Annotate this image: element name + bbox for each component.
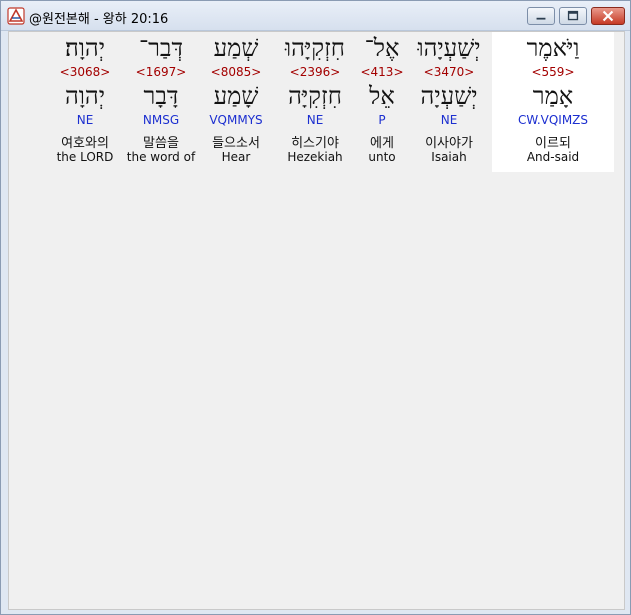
strong-number[interactable]: <3470>: [406, 65, 492, 79]
maximize-icon: [567, 10, 579, 21]
hebrew-lemma: חִזְקִיָּה: [288, 82, 342, 110]
hebrew-text: שְׁמַע: [213, 34, 259, 62]
strong-number[interactable]: <2396>: [272, 65, 358, 79]
english-gloss: unto: [368, 150, 396, 164]
english-gloss: Hear: [221, 150, 251, 164]
english-gloss: And-said: [526, 150, 580, 164]
parsing-code: NE: [76, 113, 94, 127]
korean-gloss: 히스기야: [291, 136, 339, 151]
window-title: @원전본해 - 왕하 20:16: [29, 12, 169, 27]
hebrew-lemma: יְשַׁעְיָה: [420, 82, 478, 110]
parsing-code: NMSG: [142, 113, 180, 127]
word-column[interactable]: יְשַׁעְיָהוּ <3470> יְשַׁעְיָה NE 이사야가 I…: [406, 32, 492, 172]
strong-number[interactable]: <559>: [492, 65, 614, 79]
hebrew-text: יְהוָה׃: [64, 34, 106, 62]
interlinear-panel: יְהוָה׃ <3068> יְהוָה NE 여호와의 the LORD ד…: [8, 31, 625, 610]
hebrew-text: דְּבַר־: [138, 34, 184, 62]
hebrew-lemma: דָּבָר: [143, 82, 179, 110]
hebrew-text: יְשַׁעְיָהוּ: [417, 34, 481, 62]
word-column[interactable]: אֶל־ <413> אֵל P 에게 unto: [358, 32, 406, 172]
english-gloss: the word of: [126, 150, 196, 164]
hebrew-lemma: יְהוָה: [64, 82, 106, 110]
strong-number[interactable]: <1697>: [122, 65, 200, 79]
parsing-code: NE: [440, 113, 458, 127]
korean-gloss: 이르되: [535, 136, 571, 151]
korean-gloss: 말씀을: [143, 136, 179, 151]
close-icon: [602, 10, 614, 22]
app-logo-icon: [7, 7, 25, 25]
korean-gloss: 들으소서: [212, 136, 260, 151]
word-column[interactable]: שְׁמַע <8085> שָׁמַע VQMMYS 들으소서 Hear: [200, 32, 272, 172]
hebrew-text: חִזְקִיָּהוּ: [285, 34, 345, 62]
strong-number[interactable]: <8085>: [200, 65, 272, 79]
word-column[interactable]: יְהוָה׃ <3068> יְהוָה NE 여호와의 the LORD: [48, 32, 122, 172]
strong-number[interactable]: <413>: [358, 65, 406, 79]
title-bar[interactable]: @원전본해 - 왕하 20:16: [1, 1, 630, 31]
minimize-icon: [536, 17, 546, 20]
english-gloss: Isaiah: [431, 150, 467, 164]
parsing-code: CW.VQIMZS: [517, 113, 589, 127]
app-window: @원전본해 - 왕하 20:16 יְהוָה׃ <3068> יְהוָה N…: [0, 0, 631, 615]
korean-gloss: 에게: [370, 136, 394, 151]
hebrew-lemma: שָׁמַע: [213, 82, 259, 110]
english-gloss: Hezekiah: [287, 150, 343, 164]
korean-gloss: 이사야가: [425, 136, 473, 151]
hebrew-text: אֶל־: [364, 34, 400, 62]
parsing-code: VQMMYS: [209, 113, 263, 127]
word-column[interactable]: חִזְקִיָּהוּ <2396> חִזְקִיָּה NE 히스기야 H…: [272, 32, 358, 172]
strong-number[interactable]: <3068>: [48, 65, 122, 79]
word-column[interactable]: דְּבַר־ <1697> דָּבָר NMSG 말씀을 the word …: [122, 32, 200, 172]
close-button[interactable]: [591, 7, 625, 25]
hebrew-text: וַיֹּאמֶר: [526, 34, 580, 62]
parsing-code: NE: [306, 113, 324, 127]
hebrew-lemma: אֵל: [369, 82, 395, 110]
word-column-selected[interactable]: וַיֹּאמֶר <559> אָמַר CW.VQIMZS 이르되 And-…: [492, 32, 614, 172]
minimize-button[interactable]: [527, 7, 555, 25]
parsing-code: P: [378, 113, 386, 127]
hebrew-lemma: אָמַר: [532, 82, 574, 110]
english-gloss: the LORD: [56, 150, 114, 164]
maximize-button[interactable]: [559, 7, 587, 25]
korean-gloss: 여호와의: [61, 136, 109, 151]
